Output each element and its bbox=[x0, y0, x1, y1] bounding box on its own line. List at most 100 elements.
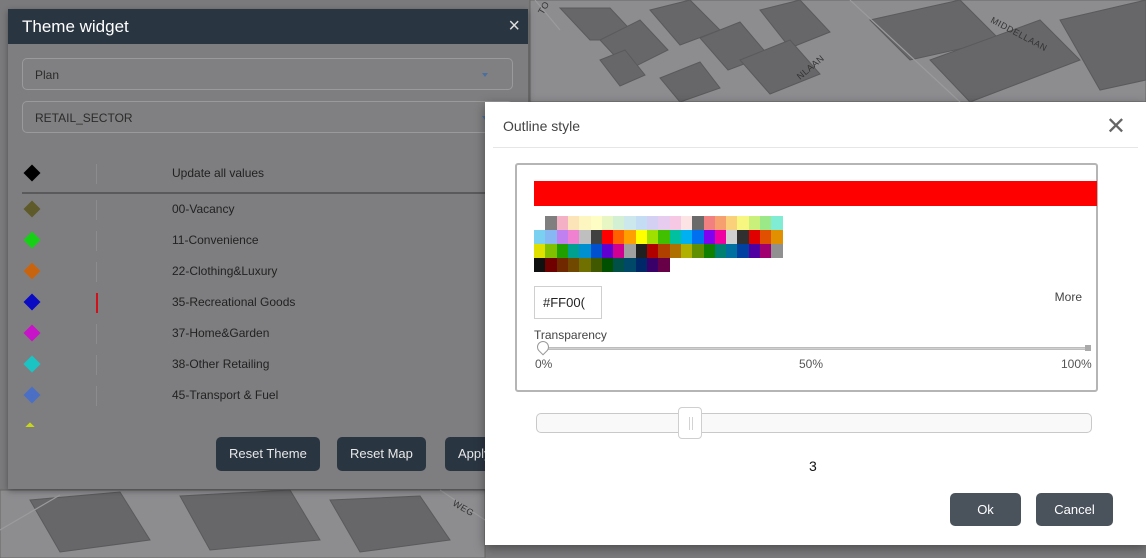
cancel-button[interactable]: Cancel bbox=[1036, 493, 1113, 526]
color-swatch[interactable] bbox=[534, 258, 546, 272]
color-swatch[interactable] bbox=[680, 216, 693, 230]
ok-button[interactable]: Ok bbox=[950, 493, 1021, 526]
reset-theme-button[interactable]: Reset Theme bbox=[216, 437, 320, 471]
color-swatch[interactable] bbox=[647, 230, 659, 244]
color-swatch[interactable] bbox=[601, 258, 614, 272]
category-row[interactable]: 45-Transport & Fuel bbox=[8, 381, 488, 412]
category-row[interactable]: 00-Vacancy bbox=[8, 195, 488, 226]
color-swatch[interactable] bbox=[613, 230, 626, 244]
color-swatch[interactable] bbox=[579, 244, 592, 258]
color-swatch[interactable] bbox=[579, 216, 592, 230]
transparency-slider-track[interactable] bbox=[539, 347, 1089, 350]
color-swatch[interactable] bbox=[556, 258, 569, 272]
color-swatch[interactable] bbox=[635, 244, 648, 258]
color-swatch[interactable] bbox=[737, 244, 750, 258]
reset-map-button[interactable]: Reset Map bbox=[337, 437, 426, 471]
color-swatch[interactable] bbox=[703, 230, 716, 244]
symbol-swatch-icon[interactable] bbox=[23, 324, 41, 342]
category-row[interactable]: 35-Recreational Goods bbox=[8, 288, 488, 319]
color-swatch[interactable] bbox=[692, 244, 705, 258]
color-swatch[interactable] bbox=[703, 244, 716, 258]
color-swatch[interactable] bbox=[545, 230, 558, 244]
color-swatch[interactable] bbox=[545, 244, 558, 258]
color-swatch[interactable] bbox=[590, 216, 603, 230]
color-swatch[interactable] bbox=[760, 216, 772, 230]
symbol-swatch-icon[interactable] bbox=[23, 293, 41, 311]
color-swatch[interactable] bbox=[556, 230, 569, 244]
color-swatch[interactable] bbox=[748, 244, 761, 258]
color-swatch[interactable] bbox=[635, 216, 648, 230]
category-row[interactable]: 38-Other Retailing bbox=[8, 350, 488, 381]
field-select[interactable]: RETAIL_SECTOR bbox=[22, 101, 513, 133]
color-swatch[interactable] bbox=[556, 216, 569, 230]
color-swatch[interactable] bbox=[579, 258, 592, 272]
color-swatch[interactable] bbox=[726, 244, 739, 258]
color-swatch[interactable] bbox=[771, 230, 784, 244]
symbol-swatch-icon[interactable] bbox=[23, 231, 41, 249]
color-swatch[interactable] bbox=[613, 244, 626, 258]
color-swatch[interactable] bbox=[556, 244, 569, 258]
color-swatch[interactable] bbox=[545, 258, 558, 272]
color-swatch[interactable] bbox=[567, 258, 580, 272]
color-swatch[interactable] bbox=[545, 216, 558, 230]
color-swatch[interactable] bbox=[647, 216, 659, 230]
color-swatch[interactable] bbox=[714, 230, 727, 244]
symbol-swatch-icon[interactable] bbox=[23, 355, 41, 373]
color-swatch[interactable] bbox=[624, 258, 637, 272]
color-swatch[interactable] bbox=[579, 230, 592, 244]
color-swatch[interactable] bbox=[771, 216, 784, 230]
color-swatch[interactable] bbox=[669, 216, 682, 230]
outline-swatch[interactable] bbox=[96, 262, 97, 282]
more-colors-link[interactable]: More bbox=[1055, 290, 1082, 304]
color-swatch[interactable] bbox=[680, 244, 693, 258]
color-swatch[interactable] bbox=[613, 216, 626, 230]
color-swatch[interactable] bbox=[590, 258, 603, 272]
close-icon[interactable]: ✕ bbox=[1106, 112, 1126, 141]
color-swatch[interactable] bbox=[613, 258, 626, 272]
color-swatch[interactable] bbox=[658, 244, 671, 258]
color-swatch[interactable] bbox=[647, 258, 659, 272]
color-swatch[interactable] bbox=[748, 230, 761, 244]
color-swatch[interactable] bbox=[737, 216, 750, 230]
category-list[interactable]: 00-Vacancy 11-Convenience 22-Clothing&Luxu… bbox=[8, 159, 488, 427]
color-swatch[interactable] bbox=[726, 216, 739, 230]
plan-select[interactable]: Plan bbox=[22, 58, 513, 90]
color-swatch[interactable] bbox=[567, 216, 580, 230]
color-swatch[interactable] bbox=[624, 230, 637, 244]
color-swatch[interactable] bbox=[658, 216, 671, 230]
color-swatch[interactable] bbox=[590, 244, 603, 258]
category-row[interactable]: 11-Convenience bbox=[8, 226, 488, 257]
close-icon[interactable]: × bbox=[508, 15, 520, 38]
color-swatch[interactable] bbox=[635, 230, 648, 244]
color-swatch[interactable] bbox=[635, 258, 648, 272]
color-swatch[interactable] bbox=[714, 244, 727, 258]
color-swatch[interactable] bbox=[567, 244, 580, 258]
color-swatch[interactable] bbox=[760, 230, 772, 244]
color-swatch[interactable] bbox=[680, 230, 693, 244]
color-swatch[interactable] bbox=[692, 230, 705, 244]
color-swatch[interactable] bbox=[647, 244, 659, 258]
symbol-swatch-icon[interactable] bbox=[23, 386, 41, 404]
color-palette[interactable] bbox=[534, 216, 884, 280]
outline-width-slider-track[interactable] bbox=[536, 413, 1092, 433]
color-swatch[interactable] bbox=[748, 216, 761, 230]
color-swatch[interactable] bbox=[658, 230, 671, 244]
color-swatch[interactable] bbox=[771, 244, 784, 258]
color-swatch[interactable] bbox=[703, 216, 716, 230]
color-swatch[interactable] bbox=[737, 230, 750, 244]
outline-swatch[interactable] bbox=[96, 200, 97, 220]
color-swatch[interactable] bbox=[760, 244, 772, 258]
color-swatch[interactable] bbox=[601, 244, 614, 258]
color-swatch[interactable] bbox=[658, 258, 671, 272]
symbol-swatch-icon[interactable] bbox=[23, 200, 41, 218]
color-swatch[interactable] bbox=[601, 216, 614, 230]
color-swatch[interactable] bbox=[624, 216, 637, 230]
color-swatch[interactable] bbox=[624, 244, 637, 258]
color-swatch[interactable] bbox=[601, 230, 614, 244]
outline-swatch[interactable] bbox=[96, 386, 97, 406]
outline-width-slider-handle[interactable] bbox=[678, 407, 702, 439]
outline-swatch[interactable] bbox=[96, 355, 97, 375]
color-swatch[interactable] bbox=[669, 244, 682, 258]
color-swatch[interactable] bbox=[590, 230, 603, 244]
outline-swatch[interactable] bbox=[96, 293, 98, 313]
